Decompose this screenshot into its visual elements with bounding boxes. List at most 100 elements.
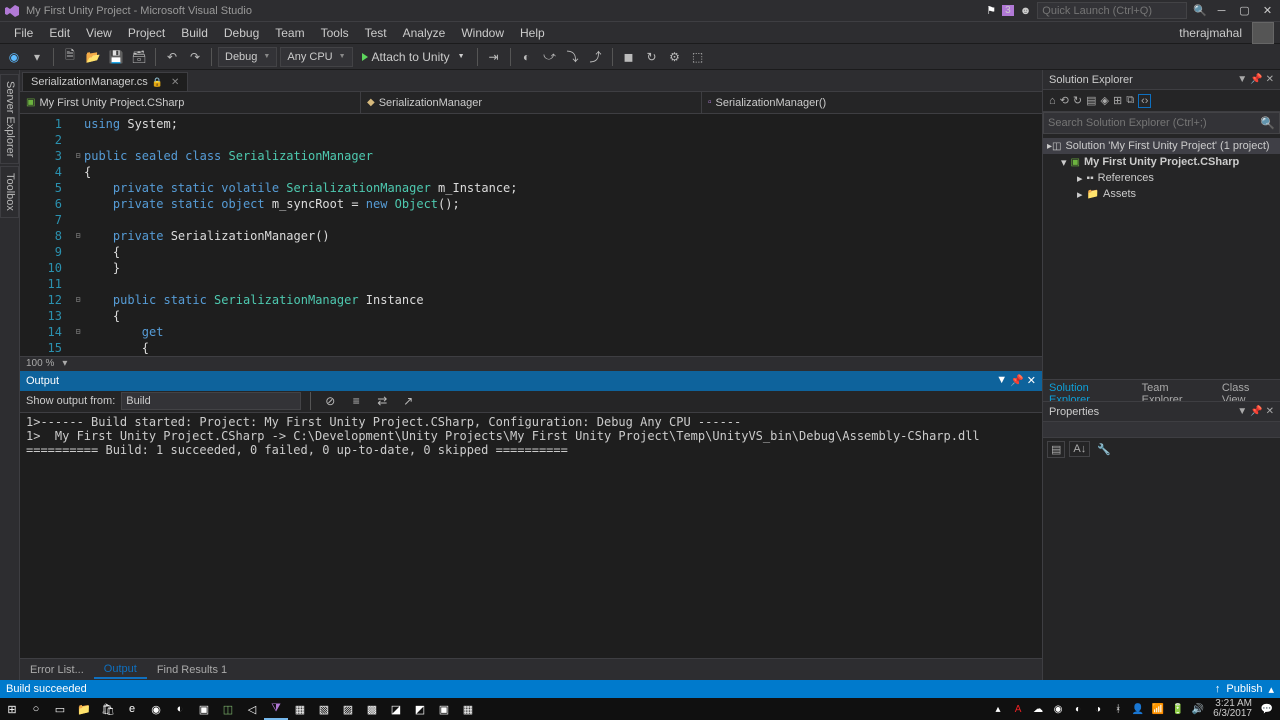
tab-solution-explorer[interactable]: Solution Explorer <box>1043 380 1136 401</box>
app-icon[interactable]: ◉ <box>144 698 168 720</box>
platform-dropdown[interactable]: Any CPU <box>280 47 352 67</box>
app8-icon[interactable]: ▩ <box>360 698 384 720</box>
menu-tools[interactable]: Tools <box>313 24 357 42</box>
close-icon[interactable]: ✕ <box>1266 74 1274 85</box>
app2-icon[interactable]: ▣ <box>192 698 216 720</box>
close-icon[interactable]: ✕ <box>1266 406 1274 417</box>
pin-icon[interactable]: 📌 <box>1250 406 1262 417</box>
undo-icon[interactable]: ↶ <box>162 47 182 67</box>
nav-fwd-icon[interactable]: ▾ <box>27 47 47 67</box>
project-node[interactable]: ▾▣My First Unity Project.CSharp <box>1043 154 1280 170</box>
adobe-icon[interactable]: A <box>1009 698 1027 720</box>
refresh-icon[interactable]: ↻ <box>1073 94 1082 107</box>
collapse-icon[interactable]: ▤ <box>1086 94 1096 107</box>
code-content[interactable]: using System; public sealed class Serial… <box>84 114 1042 356</box>
app7-icon[interactable]: ▨ <box>336 698 360 720</box>
app12-icon[interactable]: ▦ <box>456 698 480 720</box>
output-body[interactable]: 1>------ Build started: Project: My Firs… <box>20 413 1042 659</box>
flag-icon[interactable]: ⚑ <box>986 4 996 17</box>
open-file-icon[interactable]: 📂 <box>83 47 103 67</box>
home-icon[interactable]: ⌂ <box>1049 95 1056 107</box>
step-icon[interactable]: ⇥ <box>484 47 504 67</box>
razer-icon[interactable]: ◐ <box>1069 698 1087 720</box>
restart-icon[interactable]: ↻ <box>642 47 662 67</box>
tab-class-view[interactable]: Class View <box>1216 380 1280 401</box>
tray-icon[interactable]: ▴ <box>989 698 1007 720</box>
step-out-icon[interactable]: ⤴ <box>586 47 606 67</box>
menu-team[interactable]: Team <box>267 24 312 42</box>
tab-output[interactable]: Output <box>94 661 147 679</box>
explorer-icon[interactable]: 📁 <box>72 698 96 720</box>
chrome-icon[interactable]: ◐ <box>168 698 192 720</box>
view-code-icon[interactable]: ‹› <box>1138 94 1151 108</box>
solution-search[interactable]: 🔍 <box>1043 112 1280 134</box>
app3-icon[interactable]: ◫ <box>216 698 240 720</box>
props-page-icon[interactable]: 🔧 <box>1094 442 1114 457</box>
categorized-icon[interactable]: ▤ <box>1047 441 1065 458</box>
new-file-icon[interactable]: 🗎 <box>60 47 80 67</box>
search-icon[interactable]: 🔍 <box>1193 4 1207 17</box>
volume-icon[interactable]: 🔊 <box>1189 698 1207 720</box>
quick-launch-input[interactable] <box>1037 2 1187 19</box>
clear-icon[interactable]: ⊘ <box>320 391 340 411</box>
taskview-icon[interactable]: ▭ <box>48 698 72 720</box>
app4-icon[interactable]: ◁ <box>240 698 264 720</box>
toolbox-tab[interactable]: Toolbox <box>0 166 19 218</box>
network-icon[interactable]: 📶 <box>1149 698 1167 720</box>
tab-error-list[interactable]: Error List... <box>20 662 94 678</box>
sync-icon[interactable]: ⟲ <box>1060 94 1069 107</box>
tab-team-explorer[interactable]: Team Explorer <box>1136 380 1216 401</box>
fold-gutter[interactable]: ⊟⊟⊟⊟ <box>72 114 84 356</box>
step-over-icon[interactable]: ⤻ <box>540 47 560 67</box>
app10-icon[interactable]: ◩ <box>408 698 432 720</box>
steam-icon[interactable]: ◉ <box>1049 698 1067 720</box>
store-icon[interactable]: 🛍 <box>96 698 120 720</box>
menu-build[interactable]: Build <box>173 24 216 42</box>
avatar-icon[interactable] <box>1252 22 1274 44</box>
start-icon[interactable]: ⊞ <box>0 698 24 720</box>
dropdown-icon[interactable]: ▼ <box>1237 406 1247 417</box>
menu-test[interactable]: Test <box>357 24 395 42</box>
app5-icon[interactable]: ▦ <box>288 698 312 720</box>
people-icon[interactable]: 👤 <box>1129 698 1147 720</box>
bt-icon[interactable]: ᚼ <box>1109 698 1127 720</box>
signin-user[interactable]: therajmahal <box>1179 26 1242 40</box>
attach-button[interactable]: Attach to Unity▼ <box>356 47 471 67</box>
menu-file[interactable]: File <box>6 24 41 42</box>
menu-view[interactable]: View <box>78 24 120 42</box>
nav-member[interactable]: ▫SerializationManager() <box>702 92 1042 113</box>
wrap-icon[interactable]: ⇄ <box>372 391 392 411</box>
references-node[interactable]: ▸▪▪References <box>1043 170 1280 186</box>
edge-icon[interactable]: e <box>120 698 144 720</box>
nav-back-icon[interactable]: ◉ <box>4 47 24 67</box>
zoom-display[interactable]: 100 %▾ <box>20 356 1042 371</box>
file-tab[interactable]: SerializationManager.cs 🔒 ✕ <box>22 72 188 91</box>
pin-icon[interactable]: 📌 <box>1250 74 1262 85</box>
solution-search-input[interactable] <box>1048 117 1260 129</box>
close-button[interactable]: ✕ <box>1259 2 1276 19</box>
dropdown-icon[interactable]: ▼ <box>996 374 1007 387</box>
step-into-icon[interactable]: ⤵ <box>563 47 583 67</box>
close-tab-icon[interactable]: ✕ <box>171 77 179 88</box>
publish-icon[interactable]: ↑ <box>1215 683 1221 695</box>
debug-icon[interactable]: ⚙ <box>665 47 685 67</box>
solution-node[interactable]: ▸◫Solution 'My First Unity Project' (1 p… <box>1043 138 1280 154</box>
menu-analyze[interactable]: Analyze <box>395 24 454 42</box>
debug2-icon[interactable]: ⬚ <box>688 47 708 67</box>
nvidia-icon[interactable]: ◑ <box>1089 698 1107 720</box>
cloud-icon[interactable]: ☁ <box>1029 698 1047 720</box>
menu-help[interactable]: Help <box>512 24 553 42</box>
toggle-icon[interactable]: ≡ <box>346 391 366 411</box>
menu-edit[interactable]: Edit <box>41 24 78 42</box>
cortana-icon[interactable]: ○ <box>24 698 48 720</box>
preview-icon[interactable]: ⧉ <box>1126 94 1134 107</box>
app9-icon[interactable]: ◪ <box>384 698 408 720</box>
notification-badge[interactable]: 3 <box>1002 5 1014 16</box>
show-all-icon[interactable]: ◈ <box>1101 94 1109 107</box>
properties-icon[interactable]: ⊞ <box>1113 94 1122 107</box>
menu-window[interactable]: Window <box>453 24 512 42</box>
clock[interactable]: 3:21 AM 6/3/2017 <box>1209 699 1256 719</box>
nav-class[interactable]: ◆SerializationManager <box>361 92 702 113</box>
assets-node[interactable]: ▸📁Assets <box>1043 186 1280 202</box>
menu-project[interactable]: Project <box>120 24 173 42</box>
